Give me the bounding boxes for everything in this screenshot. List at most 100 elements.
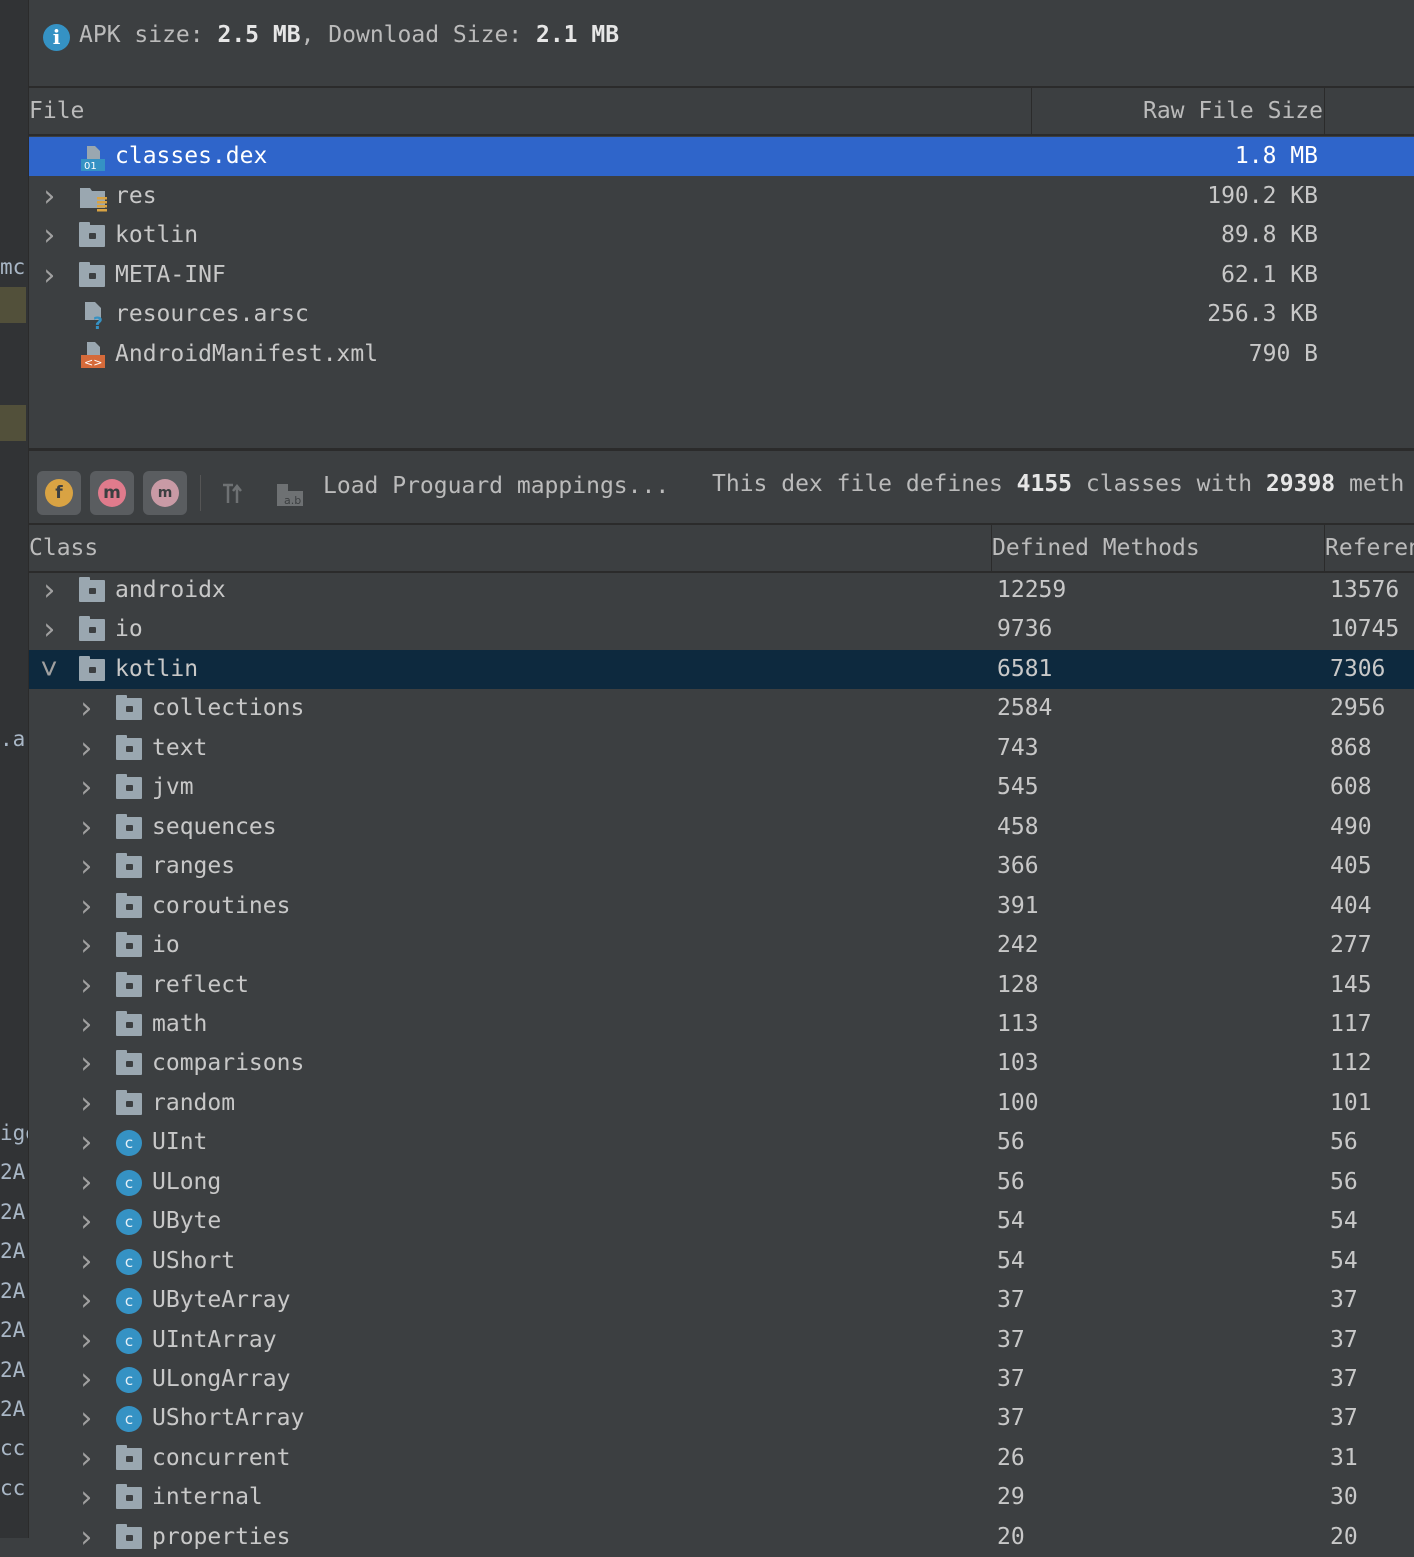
file-row[interactable]: <> AndroidManifest.xml 790 B [29, 335, 1414, 374]
class-row[interactable]: › jvm 545 608 [29, 768, 1414, 807]
chevron-right-icon[interactable]: › [39, 177, 59, 216]
class-row[interactable]: › androidx 12259 13576 [29, 571, 1414, 610]
package-folder-icon [116, 1484, 142, 1510]
dex-toolbar: f m m a.b Load Proguard mappings... This… [29, 451, 1414, 523]
chevron-right-icon[interactable]: › [76, 729, 96, 768]
chevron-right-icon[interactable]: › [76, 1044, 96, 1083]
unknown-file-icon: ? [79, 302, 105, 334]
chevron-right-icon[interactable]: › [76, 1321, 96, 1360]
file-name: resources.arsc [115, 301, 309, 327]
chevron-right-icon[interactable]: › [76, 1163, 96, 1202]
show-methods-toggle[interactable]: m [90, 471, 134, 515]
chevron-right-icon[interactable]: › [76, 1242, 96, 1281]
class-row[interactable]: › c UShort 54 54 [29, 1242, 1414, 1281]
class-row[interactable]: › sequences 458 490 [29, 808, 1414, 847]
referenced-methods-value: 56 [1330, 1168, 1358, 1195]
file-row[interactable]: › kotlin 89.8 KB [29, 216, 1414, 255]
chevron-right-icon[interactable]: › [76, 808, 96, 847]
class-row[interactable]: › concurrent 26 31 [29, 1439, 1414, 1478]
gutter-text: mc [0, 255, 26, 279]
package-name: collections [152, 695, 305, 722]
chevron-right-icon[interactable]: › [76, 1518, 96, 1557]
file-table-header: File Raw File Size [29, 88, 1414, 136]
referenced-methods-value: 608 [1330, 774, 1372, 801]
field-icon: f [45, 479, 73, 507]
referenced-methods-value: 37 [1330, 1326, 1358, 1353]
referenced-methods-value: 54 [1330, 1208, 1358, 1235]
chevron-right-icon[interactable]: › [76, 1005, 96, 1044]
package-name: sequences [152, 813, 277, 840]
chevron-right-icon[interactable]: › [76, 1399, 96, 1438]
chevron-right-icon[interactable]: › [76, 1439, 96, 1478]
class-row[interactable]: › ranges 366 405 [29, 847, 1414, 886]
chevron-right-icon[interactable]: › [76, 768, 96, 807]
class-row[interactable]: › reflect 128 145 [29, 966, 1414, 1005]
chevron-right-icon[interactable]: › [76, 1123, 96, 1162]
show-fields-toggle[interactable]: f [37, 471, 81, 515]
file-row[interactable]: ? resources.arsc 256.3 KB [29, 295, 1414, 334]
class-row[interactable]: › c ULongArray 37 37 [29, 1360, 1414, 1399]
chevron-right-icon[interactable]: › [76, 847, 96, 886]
class-row[interactable]: › text 743 868 [29, 729, 1414, 768]
class-row[interactable]: › c UInt 56 56 [29, 1123, 1414, 1162]
svg-text:01: 01 [84, 161, 97, 172]
class-row[interactable]: › internal 29 30 [29, 1478, 1414, 1517]
defined-methods-value: 26 [997, 1444, 1025, 1471]
class-row[interactable]: › io 242 277 [29, 926, 1414, 965]
referenced-methods-value: 405 [1330, 853, 1372, 880]
chevron-right-icon[interactable]: › [39, 571, 59, 610]
class-row[interactable]: › coroutines 391 404 [29, 887, 1414, 926]
show-removed-nodes-icon[interactable] [219, 479, 249, 509]
class-row[interactable]: › random 100 101 [29, 1084, 1414, 1123]
chevron-right-icon[interactable]: › [76, 1360, 96, 1399]
defined-methods-value: 54 [997, 1247, 1025, 1274]
chevron-right-icon[interactable]: › [76, 966, 96, 1005]
show-referenced-toggle[interactable]: m [143, 471, 187, 515]
chevron-right-icon[interactable]: › [39, 610, 59, 649]
column-header-referenced-methods[interactable]: Referen [1325, 525, 1414, 571]
class-row[interactable]: › properties 20 20 [29, 1518, 1414, 1557]
chevron-right-icon[interactable]: › [76, 1202, 96, 1241]
referenced-methods-value: 145 [1330, 971, 1372, 998]
column-divider[interactable] [1324, 88, 1325, 134]
file-name: kotlin [115, 222, 199, 248]
chevron-right-icon[interactable]: › [76, 1478, 96, 1517]
class-icon: c [116, 1288, 142, 1315]
file-row[interactable]: 01 classes.dex 1.8 MB [29, 137, 1414, 176]
chevron-right-icon[interactable]: › [39, 216, 59, 255]
defined-methods-value: 545 [997, 774, 1039, 801]
package-name: androidx [115, 577, 226, 603]
chevron-down-icon[interactable]: ˅ [39, 650, 59, 689]
column-header-defined-methods[interactable]: Defined Methods [992, 525, 1200, 571]
chevron-right-icon[interactable]: › [39, 256, 59, 295]
class-row[interactable]: › c UByte 54 54 [29, 1202, 1414, 1241]
file-row[interactable]: › META-INF 62.1 KB [29, 256, 1414, 295]
class-row[interactable]: › io 9736 10745 [29, 610, 1414, 649]
package-name: text [152, 734, 208, 761]
chevron-right-icon[interactable]: › [76, 887, 96, 926]
deobfuscate-names-icon[interactable]: a.b [275, 479, 305, 509]
class-row[interactable]: › math 113 117 [29, 1005, 1414, 1044]
column-divider[interactable] [1031, 88, 1032, 134]
class-row[interactable]: › c ULong 56 56 [29, 1163, 1414, 1202]
load-proguard-mappings-button[interactable]: Load Proguard mappings... [323, 473, 669, 499]
class-row[interactable]: › c UIntArray 37 37 [29, 1321, 1414, 1360]
class-row[interactable]: › collections 2584 2956 [29, 689, 1414, 728]
package-folder-icon [116, 1089, 142, 1115]
chevron-right-icon[interactable]: › [76, 689, 96, 728]
file-row[interactable]: › res 190.2 KB [29, 177, 1414, 216]
svg-text:<>: <> [84, 356, 102, 369]
class-row[interactable]: ˅ kotlin 6581 7306 [29, 649, 1414, 689]
chevron-right-icon[interactable]: › [76, 1281, 96, 1320]
column-header-class[interactable]: Class [29, 525, 98, 571]
package-folder-icon [116, 1444, 142, 1470]
class-row[interactable]: › c UShortArray 37 37 [29, 1399, 1414, 1438]
chevron-right-icon[interactable]: › [76, 926, 96, 965]
chevron-right-icon[interactable]: › [76, 1084, 96, 1123]
class-row[interactable]: › c UByteArray 37 37 [29, 1281, 1414, 1320]
column-header-file[interactable]: File [29, 88, 84, 134]
class-row[interactable]: › comparisons 103 112 [29, 1044, 1414, 1083]
column-header-raw-file-size[interactable]: Raw File Size [1143, 88, 1323, 134]
defined-methods-value: 12259 [997, 577, 1067, 603]
package-folder-icon [79, 655, 105, 681]
